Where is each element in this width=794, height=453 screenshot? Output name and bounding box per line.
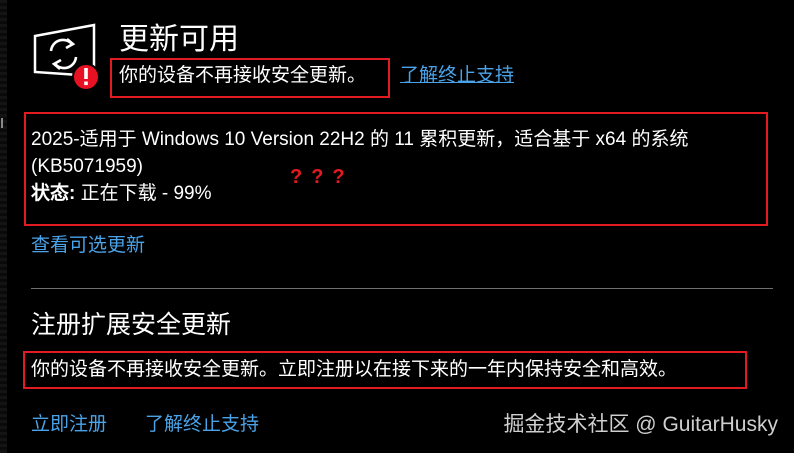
update-name-line1: 2025-适用于 Windows 10 Version 22H2 的 11 累积… [31, 129, 689, 150]
enroll-now-link[interactable]: 立即注册 [31, 412, 107, 438]
update-status-value: 正在下载 - 99% [75, 183, 212, 204]
window-left-edge [0, 0, 7, 453]
watermark: 掘金技术社区 @ GuitarHusky [503, 413, 778, 436]
update-status-label: 状态: [31, 183, 76, 204]
view-optional-updates-link[interactable]: 查看可选更新 [31, 233, 145, 259]
learn-end-of-support-link-bottom[interactable]: 了解终止支持 [145, 412, 259, 438]
update-kb-number: (KB5071959) [31, 156, 143, 177]
eos-notice: 你的设备不再接收安全更新。 [119, 63, 366, 89]
esu-description: 你的设备不再接收安全更新。立即注册以在接下来的一年内保持安全和高效。 [31, 359, 678, 380]
update-entry: 2025-适用于 Windows 10 Version 22H2 的 11 累积… [31, 126, 766, 207]
learn-end-of-support-link[interactable]: 了解终止支持 [400, 63, 514, 89]
esu-section-title: 注册扩展安全更新 [31, 311, 232, 339]
eos-notice-text: 你的设备不再接收安全更新。 [119, 65, 367, 86]
error-badge-icon [72, 63, 98, 91]
section-divider [31, 288, 773, 289]
left-edge-mark [1, 118, 7, 128]
update-status: 状态: 正在下载 - 99% [31, 180, 766, 207]
update-status-icon [28, 22, 98, 92]
question-marks-annotation: ??? [290, 166, 354, 188]
page-title: 更新可用 [119, 23, 239, 56]
update-sync-icon [33, 23, 98, 91]
learn-end-of-support-link-text[interactable]: 了解终止支持 [400, 65, 514, 86]
